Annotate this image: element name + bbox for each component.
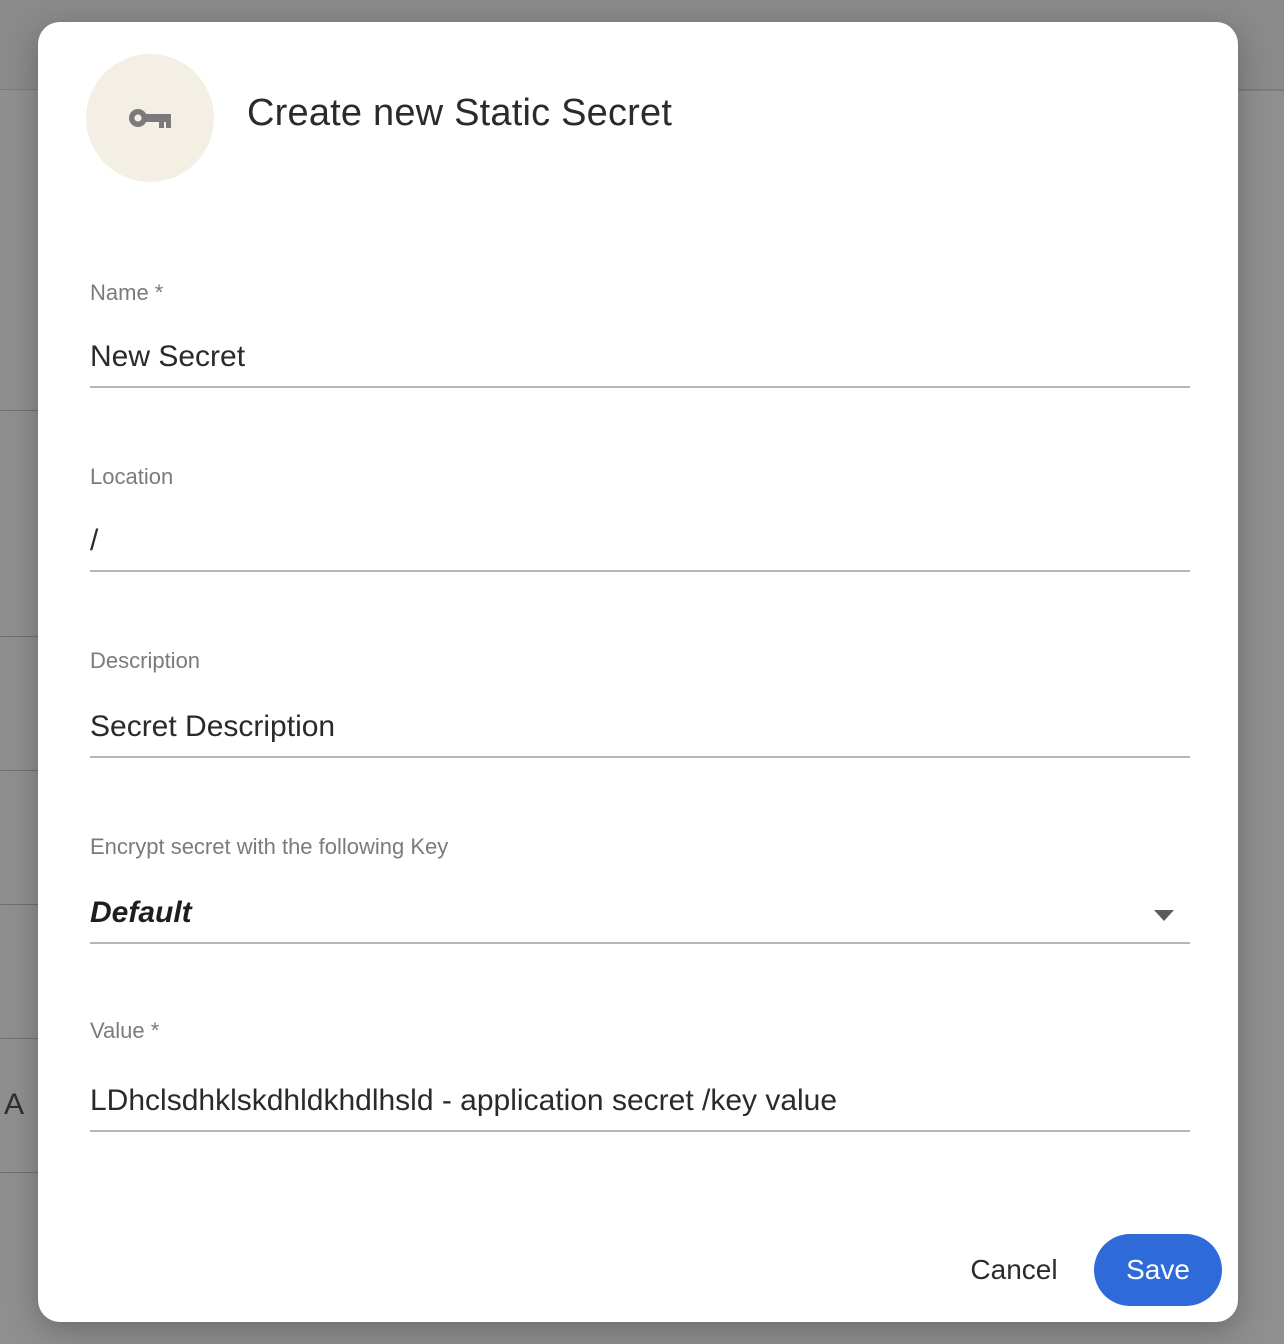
background-row-divider [0,636,38,637]
value-input[interactable] [90,1072,1190,1132]
dialog-avatar [86,54,214,182]
location-field: Location [90,464,1190,572]
background-row-divider [0,410,38,411]
background-partial-text: A [4,1088,25,1121]
location-label: Location [90,464,174,489]
name-label: Name * [90,280,164,305]
description-label: Description [90,648,201,673]
encryption-key-select[interactable]: Default [90,884,1190,944]
background-row-divider [1238,90,1284,91]
cancel-button[interactable]: Cancel [956,1250,1072,1290]
background-row-divider [0,1038,38,1039]
background-row-divider [0,1172,38,1173]
encryption-key-selected-value: Default [90,896,192,929]
save-button[interactable]: Save [1094,1234,1222,1306]
location-input[interactable] [90,512,1190,572]
name-field: Name * [90,280,1190,388]
encryption-key-field: Encrypt secret with the following Key De… [90,834,1190,944]
value-field: Value * [90,1018,1190,1132]
description-field: Description [90,648,1190,758]
encryption-key-label: Encrypt secret with the following Key [90,834,449,859]
background-row-divider [0,770,38,771]
create-secret-dialog: Create new Static Secret Name * Location… [38,22,1238,1322]
value-label: Value * [90,1018,160,1043]
dropdown-arrow-icon [1154,910,1174,921]
dialog-title: Create new Static Secret [247,92,673,134]
name-input[interactable] [90,328,1190,388]
background-row-divider [0,904,38,905]
description-input[interactable] [90,698,1190,758]
key-icon [129,109,171,128]
